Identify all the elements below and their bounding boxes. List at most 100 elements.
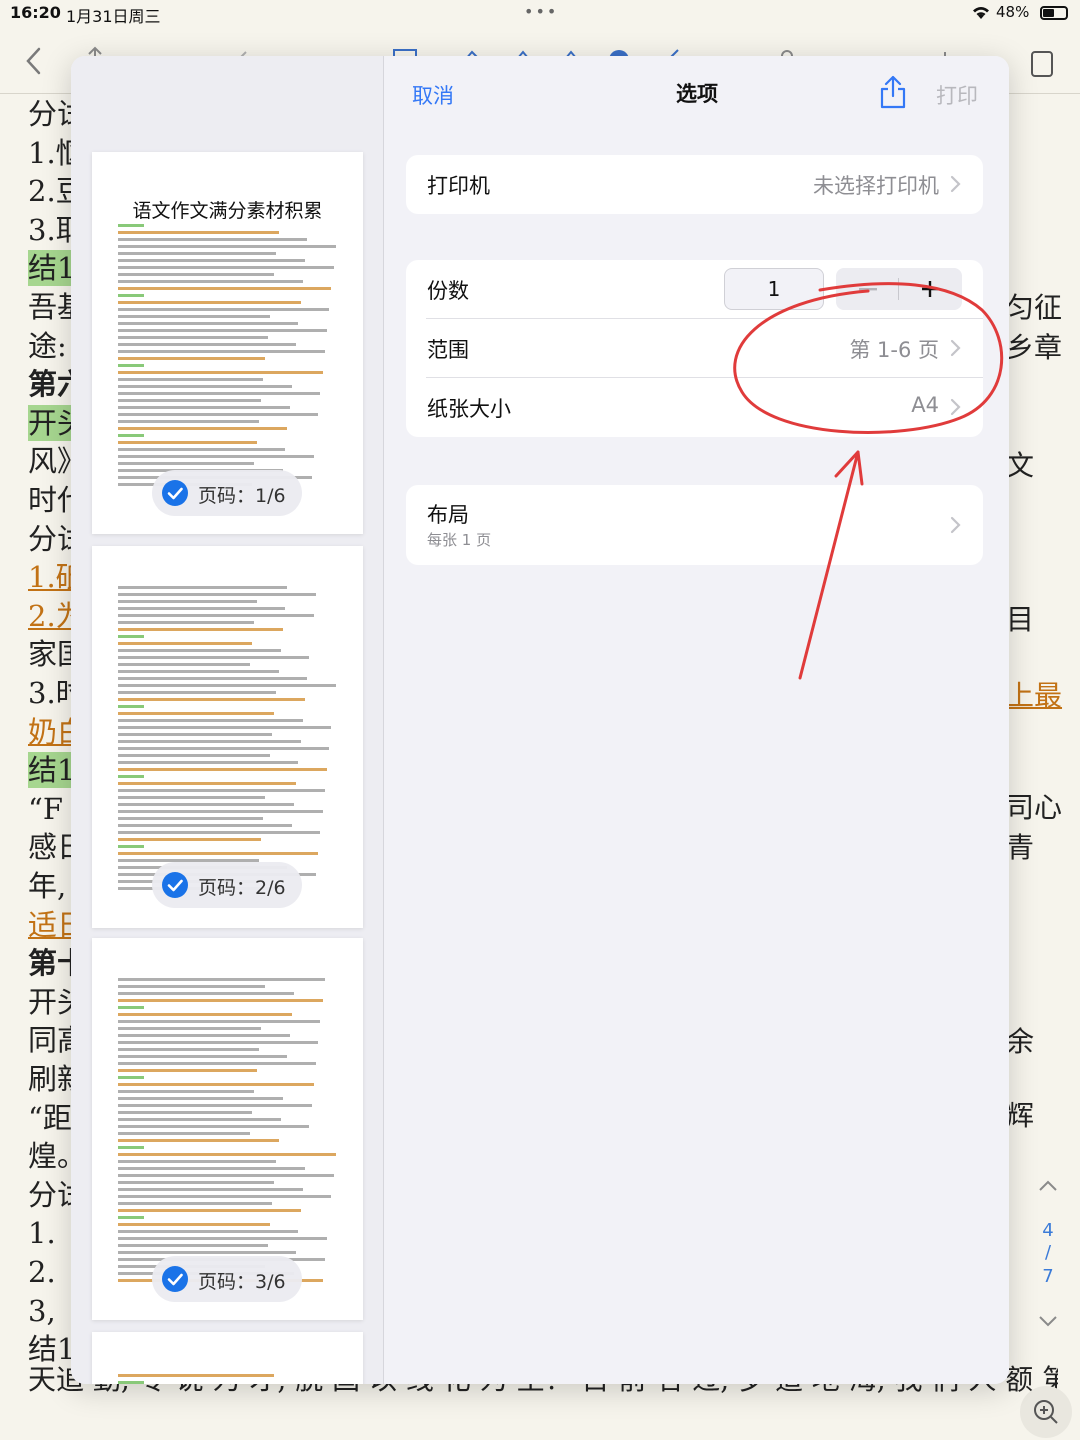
preview-text-line — [118, 462, 255, 465]
preview-page-4-partial[interactable] — [92, 1332, 363, 1384]
preview-text-line — [118, 1062, 316, 1065]
print-button[interactable]: 打印 — [936, 80, 978, 110]
preview-text-lines — [118, 224, 338, 490]
preview-text-line — [118, 635, 144, 638]
background-text-line: 2.为 — [28, 599, 76, 633]
layout-subtitle: 每张 1 页 — [427, 531, 492, 549]
preview-page-1[interactable]: 语文作文满分素材积累 页码：1/6 — [92, 152, 363, 534]
preview-text-line — [118, 642, 253, 645]
back-chevron-icon[interactable] — [22, 46, 44, 76]
preview-text-line — [118, 712, 275, 715]
battery-level — [1043, 9, 1054, 17]
preview-text-line — [118, 224, 144, 227]
chevron-right-icon — [950, 339, 961, 357]
preview-text-line — [118, 768, 327, 771]
background-text-line: 开头 — [28, 405, 76, 441]
page-badge[interactable]: 页码：1/6 — [152, 470, 302, 516]
range-value: 第 1-6 页 — [849, 338, 939, 362]
checkmark-circle-icon — [162, 480, 188, 506]
preview-text-line — [118, 586, 288, 589]
preview-text-line — [118, 649, 281, 652]
cancel-button[interactable]: 取消 — [412, 80, 454, 110]
background-text-line: “距 — [28, 1101, 72, 1135]
preview-text-line — [118, 1020, 321, 1023]
printer-group: 打印机 未选择打印机 — [406, 155, 983, 214]
preview-text-line — [118, 1381, 144, 1384]
plus-icon — [922, 281, 938, 297]
preview-text-line — [118, 1104, 312, 1107]
preview-text-line — [118, 308, 330, 311]
zoom-button[interactable] — [1020, 1386, 1072, 1438]
page-badge[interactable]: 页码：2/6 — [152, 862, 302, 908]
preview-text-line — [118, 1111, 253, 1114]
preview-page-3[interactable]: 页码：3/6 — [92, 938, 363, 1320]
preview-text-line — [118, 322, 299, 325]
preview-text-line — [118, 754, 270, 757]
preview-text-line — [118, 740, 301, 743]
print-preview-pane[interactable]: 语文作文满分素材积累 页码：1/6 页码：2/6 页码：3/6 — [71, 56, 384, 1384]
layout-row[interactable]: 布局 每张 1 页 — [406, 485, 983, 565]
preview-text-line — [118, 719, 303, 722]
preview-text-line — [118, 775, 144, 778]
background-text-line: 开头 — [28, 985, 76, 1019]
preview-text-line — [118, 663, 250, 666]
preview-text-line — [118, 1251, 297, 1254]
preview-text-line — [118, 698, 305, 701]
copies-plus-button[interactable] — [899, 268, 962, 310]
paper-size-label: 纸张大小 — [427, 397, 511, 421]
status-date: 1月31日周三 — [66, 7, 161, 26]
battery-icon — [1040, 6, 1068, 20]
share-icon[interactable] — [878, 74, 908, 110]
multitasking-dots[interactable]: ••• — [524, 2, 558, 21]
paper-size-row[interactable]: 纸张大小 A4 — [406, 378, 983, 437]
background-text-line: 上最 — [1006, 679, 1063, 712]
preview-text-lines — [118, 978, 338, 1286]
page-up-icon[interactable] — [1038, 1180, 1058, 1192]
printer-row[interactable]: 打印机 未选择打印机 — [406, 155, 983, 214]
preview-text-line — [118, 628, 283, 631]
pages-overview-icon[interactable] — [1028, 48, 1058, 78]
preview-text-line — [118, 705, 144, 708]
preview-text-line — [118, 399, 261, 402]
page-down-icon[interactable] — [1038, 1315, 1058, 1327]
copies-minus-button[interactable] — [836, 268, 899, 310]
background-text-line: 分试 — [28, 1178, 76, 1212]
preview-text-line — [118, 999, 323, 1002]
preview-text-line — [118, 985, 266, 988]
copies-field[interactable]: 1 — [724, 268, 824, 310]
background-text-line: 途: — [28, 329, 67, 363]
printer-label: 打印机 — [427, 174, 490, 198]
page-badge[interactable]: 页码：3/6 — [152, 1256, 302, 1302]
preview-text-line — [118, 287, 332, 290]
preview-text-line — [118, 1034, 290, 1037]
background-text-line: 风》 — [28, 444, 76, 478]
preview-text-line — [118, 1083, 314, 1086]
background-text-line: 奶白 — [28, 715, 76, 749]
status-time: 16:20 — [10, 3, 61, 22]
preview-text-line — [118, 782, 297, 785]
preview-text-line — [118, 1209, 301, 1212]
paper-size-value: A4 — [911, 393, 939, 417]
preview-text-line — [118, 364, 144, 367]
preview-text-line — [118, 245, 336, 248]
preview-page-2[interactable]: 页码：2/6 — [92, 546, 363, 928]
preview-text-line — [118, 838, 261, 841]
page-badge-label: 页码：1/6 — [198, 485, 286, 507]
preview-text-line — [118, 1048, 259, 1051]
preview-text-line — [118, 1160, 277, 1163]
page-total-number: 7 — [1042, 1266, 1054, 1287]
range-row[interactable]: 范围 第 1-6 页 — [406, 319, 983, 378]
preview-text-line — [118, 621, 255, 624]
page-current-number: 4 — [1042, 1220, 1054, 1241]
background-text-line: 目 — [1006, 603, 1035, 636]
preview-text-line — [118, 420, 259, 423]
checkmark-circle-icon — [162, 1266, 188, 1292]
background-text-line: 结1 — [28, 752, 76, 788]
background-text-line: 文 — [1006, 449, 1035, 482]
preview-text-line — [118, 1118, 281, 1121]
preview-text-line — [118, 266, 334, 269]
preview-text-line — [118, 280, 303, 283]
minus-icon — [859, 288, 877, 291]
background-text-line: 青 — [1006, 831, 1035, 864]
preview-text-line — [118, 329, 327, 332]
